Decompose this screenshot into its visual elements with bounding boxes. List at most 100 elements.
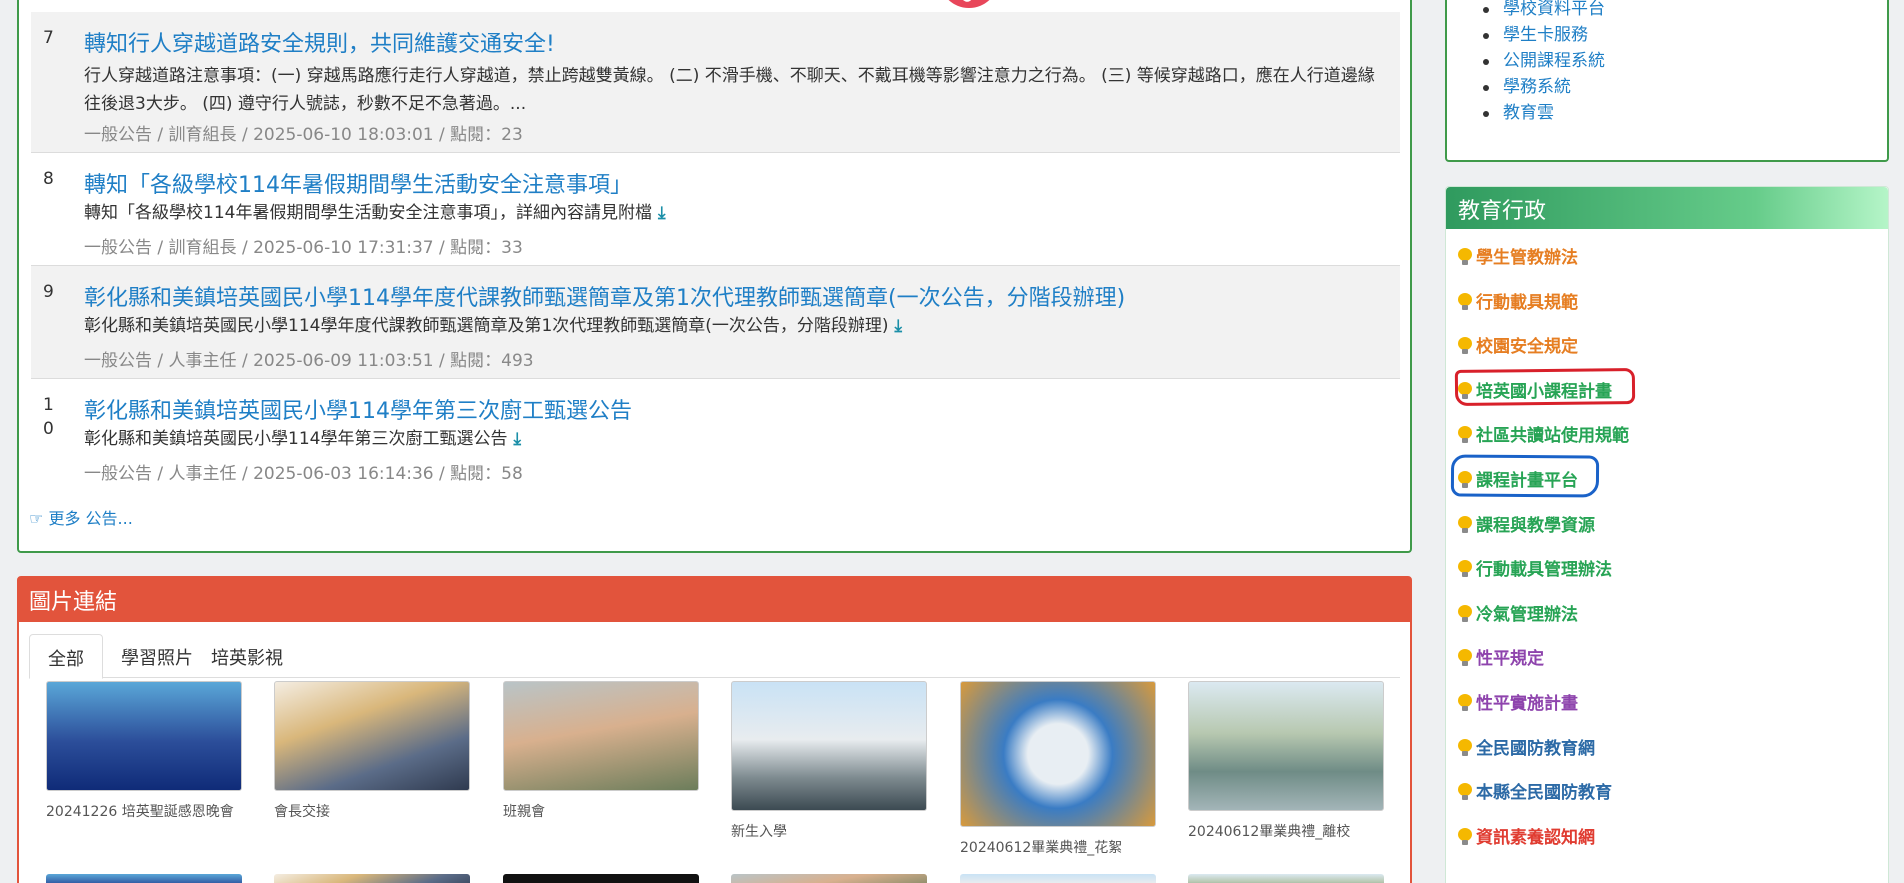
education-admin-title: 教育行政 [1446,187,1888,229]
education-admin-label: 行動載具管理辦法 [1476,560,1612,581]
announcement-title-link[interactable]: 轉知行人穿越道路安全規則，共同維護交通安全! [84,26,555,58]
photo-card[interactable]: 20240612畢業典禮_花絮 [960,681,1156,857]
announcement-title-link[interactable]: 轉知「各級學校114年暑假期間學生活動安全注意事項」 [84,167,632,199]
lightbulb-icon [1458,560,1472,578]
photo-card[interactable]: 班親會 [503,681,699,821]
red-highlight-annotation [1454,368,1636,406]
education-admin-label: 校園安全規定 [1476,337,1578,358]
lightbulb-icon [1458,337,1472,355]
download-icon[interactable]: ⤓ [513,425,521,453]
announcement-number: 8 [43,169,54,189]
image-tabs: 全部 學習照片 培英影視 [29,634,1400,679]
download-icon[interactable]: ⤓ [895,312,903,340]
photo-caption: 20240612畢業典禮_花絮 [960,840,1123,856]
photo-card[interactable]: 20240612畢業典禮_離校 [1188,681,1384,841]
photo-thumbnail[interactable] [731,681,927,811]
lightbulb-icon [1458,783,1472,801]
education-admin-label: 本縣全民國防教育 [1476,783,1612,804]
education-admin-link[interactable]: 冷氣管理辦法 [1458,600,1578,625]
photo-thumbnail[interactable] [46,681,242,791]
photo-thumbnail[interactable] [274,874,470,883]
photo-card[interactable]: 20241226 培英聖誕感恩晚會 [46,681,242,821]
announcement-summary: 彰化縣和美鎮培英國民小學114學年第三次廚工甄選公告 ⤓ [84,425,1384,453]
systems-list: 學校資料平台 學生卡服務 公開課程系統 學務系統 教育雲 [1483,0,1605,126]
photo-thumbnail[interactable] [960,874,1156,883]
photo-card[interactable]: 新生入學 [731,681,927,841]
announcement-meta: 一般公告 / 人事主任 / 2025-06-09 11:03:51 / 點閱：4… [84,351,534,371]
education-admin-link[interactable]: 校園安全規定 [1458,332,1578,357]
image-links-panel: 圖片連結 全部 學習照片 培英影視 20241226 培英聖誕感恩晚會 會長交接… [17,576,1412,883]
lightbulb-icon [1458,827,1472,846]
announcement-row: 8 轉知「各級學校114年暑假期間學生活動安全注意事項」 轉知「各級學校114年… [31,153,1400,266]
system-link[interactable]: 學生卡服務 [1483,22,1605,48]
education-admin-link[interactable]: 行動載具管理辦法 [1458,555,1612,580]
blue-highlight-annotation [1450,454,1600,498]
announcements-panel: 7 轉知行人穿越道路安全規則，共同維護交通安全! 行人穿越道路注意事項：(一) … [17,0,1412,553]
education-admin-label: 行動載具規範 [1476,292,1578,313]
system-link[interactable]: 學務系統 [1483,74,1605,100]
photo-thumbnail[interactable] [1188,874,1384,883]
announcement-row: 10 彰化縣和美鎮培英國民小學114學年第三次廚工甄選公告 彰化縣和美鎮培英國民… [31,379,1400,489]
education-admin-link[interactable]: 資訊素養認知網 [1458,823,1595,848]
announcement-meta: 一般公告 / 訓育組長 / 2025-06-10 18:03:01 / 點閱：2… [84,125,523,145]
photo-thumbnail[interactable] [731,874,927,883]
photo-thumbnail[interactable] [274,681,470,791]
education-admin-label: 資訊素養認知網 [1476,827,1595,848]
tab-peiying-videos[interactable]: 培英影視 [193,634,301,679]
system-link[interactable]: 教育雲 [1483,100,1605,126]
lightbulb-icon [1458,426,1472,444]
photo-card[interactable]: 會長交接 [274,681,470,821]
education-admin-link[interactable]: 課程與教學資源 [1458,511,1595,536]
more-announcements-link[interactable]: ☞ 更多 公告... [29,505,133,529]
photo-thumbnail[interactable] [503,874,699,883]
education-admin-link[interactable]: 學生管教辦法 [1458,243,1578,268]
announcement-meta: 一般公告 / 訓育組長 / 2025-06-10 17:31:37 / 點閱：3… [84,238,523,258]
pin-icon [960,0,976,4]
education-admin-panel: 教育行政 學生管教辦法 行動載具規範 校園安全規定 培英國小課程計畫 社區共讀站使用規範… [1445,186,1889,883]
education-admin-link[interactable]: 行動載具規範 [1458,288,1578,313]
lightbulb-icon [1458,649,1472,667]
photo-caption: 新生入學 [731,824,787,840]
photo-caption: 20241226 培英聖誕感恩晚會 [46,804,234,820]
lightbulb-icon [1458,292,1472,311]
lightbulb-icon [1458,738,1472,757]
announcement-number: 7 [43,28,54,48]
education-admin-label: 性平實施計畫 [1476,694,1578,714]
announcement-summary: 彰化縣和美鎮培英國民小學114學年度代課教師甄選簡章及第1次代理教師甄選簡章(一… [84,312,1384,340]
education-admin-link[interactable]: 全民國防教育網 [1458,734,1595,759]
education-admin-label: 冷氣管理辦法 [1476,604,1578,625]
image-links-title: 圖片連結 [19,578,1410,622]
education-admin-link[interactable]: 社區共讀站使用規範 [1458,421,1629,446]
education-admin-label: 全民國防教育網 [1476,738,1595,759]
education-admin-link[interactable]: 性平規定 [1458,644,1544,669]
photo-caption: 會長交接 [274,804,330,820]
photo-caption: 20240612畢業典禮_離校 [1188,824,1351,840]
download-icon[interactable]: ⤓ [658,199,666,227]
announcement-number: 9 [43,282,54,302]
education-admin-label: 學生管教辦法 [1476,248,1578,268]
announcement-meta: 一般公告 / 人事主任 / 2025-06-03 16:14:36 / 點閱：5… [84,464,523,484]
photo-thumbnail[interactable] [503,681,699,791]
lightbulb-icon [1458,604,1472,623]
hand-pointer-icon: ☞ [29,509,44,528]
lightbulb-icon [1458,515,1472,534]
education-admin-link[interactable]: 性平實施計畫 [1458,689,1578,714]
ribbon-decoration [939,0,999,8]
tab-all[interactable]: 全部 [29,634,103,679]
education-admin-link[interactable]: 本縣全民國防教育 [1458,778,1612,803]
photo-thumbnail[interactable] [1188,681,1384,811]
system-link[interactable]: 公開課程系統 [1483,48,1605,74]
announcement-summary: 行人穿越道路注意事項：(一) 穿越馬路應行走行人穿越道，禁止跨越雙黃線。 (二)… [84,66,1375,114]
announcement-row: 9 彰化縣和美鎮培英國民小學114學年度代課教師甄選簡章及第1次代理教師甄選簡章… [31,266,1400,379]
announcement-number: 10 [43,395,54,439]
announcement-title-link[interactable]: 彰化縣和美鎮培英國民小學114學年第三次廚工甄選公告 [84,393,632,425]
announcement-summary: 轉知「各級學校114年暑假期間學生活動安全注意事項」，詳細內容請見附檔 ⤓ [84,199,1384,227]
lightbulb-icon [1458,694,1472,712]
lightbulb-icon [1458,248,1472,266]
photo-thumbnail[interactable] [960,681,1156,827]
education-admin-label: 課程與教學資源 [1476,515,1595,536]
photo-thumbnail[interactable] [46,874,242,883]
systems-panel: 學校資料平台 學生卡服務 公開課程系統 學務系統 教育雲 [1445,0,1889,162]
system-link[interactable]: 學校資料平台 [1483,0,1605,22]
announcement-title-link[interactable]: 彰化縣和美鎮培英國民小學114學年度代課教師甄選簡章及第1次代理教師甄選簡章(一… [84,280,1125,312]
